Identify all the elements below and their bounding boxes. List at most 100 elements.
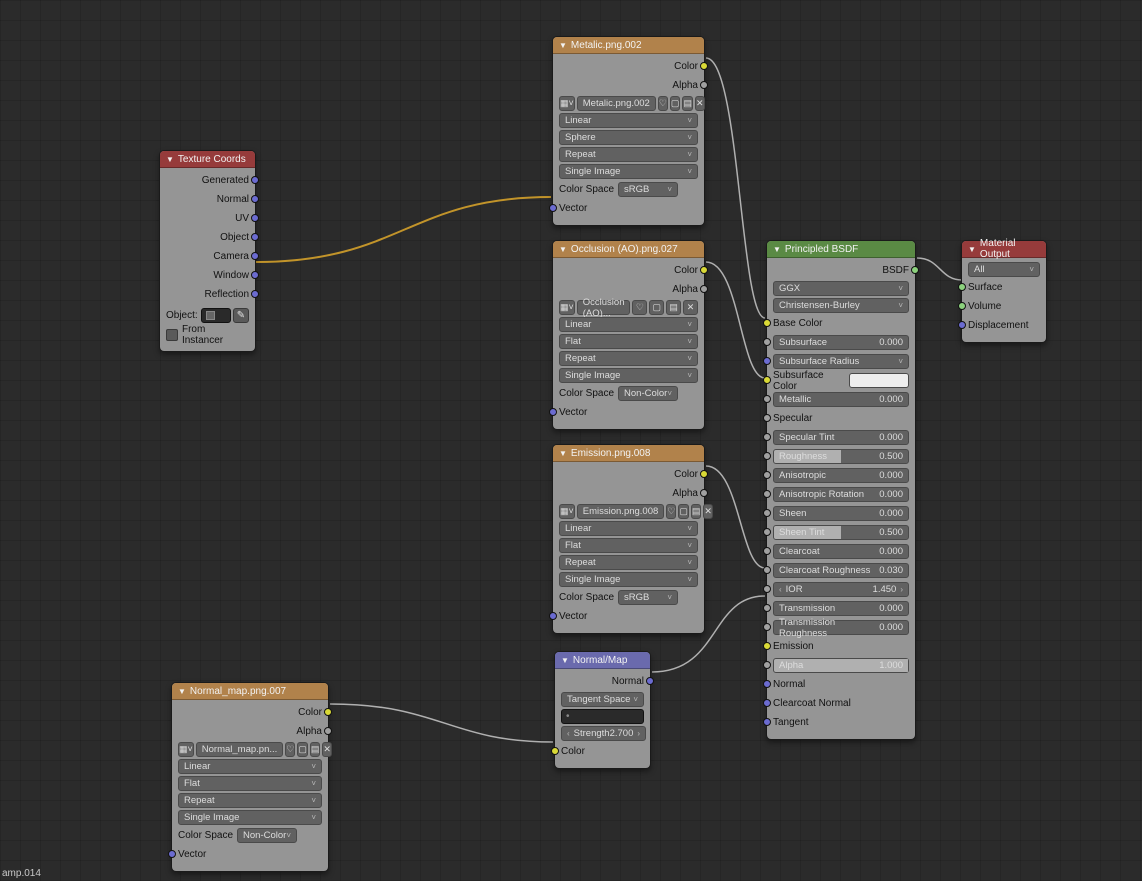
image-browse-icon[interactable]: ▦˅: [559, 300, 575, 315]
fake-user-icon[interactable]: ♡: [666, 504, 676, 519]
socket-clearcoat[interactable]: [763, 547, 771, 555]
socket-sheen[interactable]: [763, 509, 771, 517]
sheen-slider[interactable]: Sheen0.000: [773, 506, 909, 521]
socket-color-out[interactable]: [700, 62, 708, 70]
unlink-icon[interactable]: ✕: [703, 504, 713, 519]
image-name-field[interactable]: Emission.png.008: [577, 504, 665, 519]
socket-base-color[interactable]: [763, 319, 771, 327]
socket-ior[interactable]: [763, 585, 771, 593]
source-dropdown[interactable]: Single Image˅: [559, 164, 698, 179]
socket-specular-tint[interactable]: [763, 433, 771, 441]
new-image-icon[interactable]: ▢: [297, 742, 308, 757]
interpolation-dropdown[interactable]: Linear˅: [559, 317, 698, 332]
uvmap-field[interactable]: •: [561, 709, 644, 724]
socket-camera[interactable]: [251, 252, 259, 260]
socket-alpha-out[interactable]: [700, 489, 708, 497]
alpha-slider[interactable]: Alpha1.000: [773, 658, 909, 673]
socket-anisotropic-rot[interactable]: [763, 490, 771, 498]
socket-vector-in[interactable]: [549, 612, 557, 620]
interpolation-dropdown[interactable]: Linear˅: [559, 113, 698, 128]
extension-dropdown[interactable]: Repeat˅: [178, 793, 322, 808]
image-name-field[interactable]: Normal_map.pn...: [196, 742, 284, 757]
specular-tint-slider[interactable]: Specular Tint0.000: [773, 430, 909, 445]
socket-roughness[interactable]: [763, 452, 771, 460]
socket-normal-out[interactable]: [646, 677, 654, 685]
image-name-field[interactable]: Metalic.png.002: [577, 96, 656, 111]
socket-color-out[interactable]: [700, 470, 708, 478]
socket-subsurf-color[interactable]: [763, 376, 771, 384]
node-principled-bsdf[interactable]: ▼Principled BSDF BSDF GGX˅ Christensen-B…: [766, 240, 916, 740]
socket-displacement[interactable]: [958, 321, 966, 329]
image-name-field[interactable]: Occlusion (AO)...: [577, 300, 631, 315]
new-image-icon[interactable]: ▢: [649, 300, 664, 315]
socket-anisotropic[interactable]: [763, 471, 771, 479]
extension-dropdown[interactable]: Repeat˅: [559, 147, 698, 162]
unlink-icon[interactable]: ✕: [322, 742, 332, 757]
subsurf-radius-dropdown[interactable]: Subsurface Radius˅: [773, 354, 909, 369]
image-browse-icon[interactable]: ▦˅: [559, 96, 575, 111]
roughness-slider[interactable]: Roughness0.500: [773, 449, 909, 464]
transmission-roughness-slider[interactable]: Transmission Roughness0.000: [773, 620, 909, 635]
socket-tangent[interactable]: [763, 718, 771, 726]
socket-color-out[interactable]: [700, 266, 708, 274]
fake-user-icon[interactable]: ♡: [658, 96, 668, 111]
eyedropper-icon[interactable]: ✎: [233, 308, 249, 323]
from-instancer-checkbox[interactable]: [166, 329, 178, 341]
node-texture-coord[interactable]: ▼ Texture Coords Generated Normal UV Obj…: [159, 150, 256, 352]
socket-color-in[interactable]: [551, 747, 559, 755]
node-image-texture-ao[interactable]: ▼Occlusion (AO).png.027 Color Alpha ▦˅ O…: [552, 240, 705, 430]
node-header[interactable]: ▼Occlusion (AO).png.027: [553, 241, 704, 258]
anisotropic-slider[interactable]: Anisotropic0.000: [773, 468, 909, 483]
source-dropdown[interactable]: Single Image˅: [559, 368, 698, 383]
socket-generated[interactable]: [251, 176, 259, 184]
target-dropdown[interactable]: All˅: [968, 262, 1040, 277]
socket-color-out[interactable]: [324, 708, 332, 716]
socket-volume[interactable]: [958, 302, 966, 310]
colorspace-dropdown[interactable]: Non-Color˅: [618, 386, 678, 401]
projection-dropdown[interactable]: Flat˅: [559, 334, 698, 349]
socket-alpha-out[interactable]: [700, 285, 708, 293]
socket-normal[interactable]: [763, 680, 771, 688]
open-image-icon[interactable]: ▤: [310, 742, 321, 757]
node-image-texture-normal[interactable]: ▼Normal_map.png.007 Color Alpha ▦˅ Norma…: [171, 682, 329, 872]
node-header[interactable]: ▼Emission.png.008: [553, 445, 704, 462]
image-browse-icon[interactable]: ▦˅: [178, 742, 194, 757]
new-image-icon[interactable]: ▢: [670, 96, 681, 111]
node-material-output[interactable]: ▼Material Output All˅ Surface Volume Dis…: [961, 240, 1047, 343]
socket-transmission-roughness[interactable]: [763, 623, 771, 631]
socket-object[interactable]: [251, 233, 259, 241]
socket-vector-in[interactable]: [168, 850, 176, 858]
image-browse-icon[interactable]: ▦˅: [559, 504, 575, 519]
socket-metallic[interactable]: [763, 395, 771, 403]
socket-clearcoat-normal[interactable]: [763, 699, 771, 707]
socket-alpha-out[interactable]: [700, 81, 708, 89]
clearcoat-slider[interactable]: Clearcoat0.000: [773, 544, 909, 559]
node-header[interactable]: ▼ Texture Coords: [160, 151, 255, 168]
socket-window[interactable]: [251, 271, 259, 279]
sheen-tint-slider[interactable]: Sheen Tint0.500: [773, 525, 909, 540]
projection-dropdown[interactable]: Sphere˅: [559, 130, 698, 145]
colorspace-dropdown[interactable]: sRGB˅: [618, 182, 678, 197]
socket-vector-in[interactable]: [549, 408, 557, 416]
distribution-dropdown[interactable]: GGX˅: [773, 281, 909, 296]
subsurf-method-dropdown[interactable]: Christensen-Burley˅: [773, 298, 909, 313]
socket-alpha[interactable]: [763, 661, 771, 669]
unlink-icon[interactable]: ✕: [695, 96, 705, 111]
source-dropdown[interactable]: Single Image˅: [178, 810, 322, 825]
socket-clearcoat-roughness[interactable]: [763, 566, 771, 574]
colorspace-dropdown[interactable]: sRGB˅: [618, 590, 678, 605]
node-header[interactable]: ▼Material Output: [962, 241, 1046, 258]
socket-subsurf-radius[interactable]: [763, 357, 771, 365]
socket-vector-in[interactable]: [549, 204, 557, 212]
subsurf-color-swatch[interactable]: [849, 373, 909, 388]
socket-transmission[interactable]: [763, 604, 771, 612]
interpolation-dropdown[interactable]: Linear˅: [178, 759, 322, 774]
anisotropic-rotation-slider[interactable]: Anisotropic Rotation0.000: [773, 487, 909, 502]
socket-uv[interactable]: [251, 214, 259, 222]
fake-user-icon[interactable]: ♡: [632, 300, 647, 315]
socket-alpha-out[interactable]: [324, 727, 332, 735]
unlink-icon[interactable]: ✕: [683, 300, 698, 315]
open-image-icon[interactable]: ▤: [682, 96, 693, 111]
socket-subsurface[interactable]: [763, 338, 771, 346]
node-normal-map[interactable]: ▼Normal/Map Normal Tangent Space˅ • ‹Str…: [554, 651, 651, 769]
